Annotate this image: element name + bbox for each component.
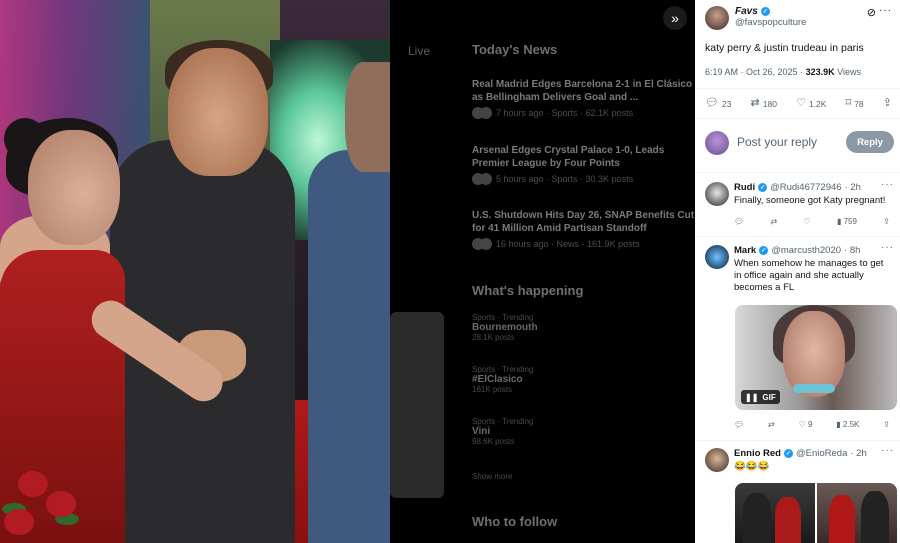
reply-author[interactable]: Rudi: [734, 182, 755, 193]
reply-icon[interactable]: 💬︎: [734, 217, 744, 226]
collapse-panel-button[interactable]: »: [663, 6, 687, 30]
more-icon[interactable]: ···: [879, 5, 892, 16]
like-button[interactable]: ♡ 9: [799, 420, 813, 429]
show-more-link[interactable]: Show more: [472, 472, 695, 481]
whats-happening-title: What's happening: [472, 283, 584, 298]
reply-avatar[interactable]: [705, 448, 729, 472]
post-text: katy perry & justin trudeau in paris: [705, 42, 864, 54]
roses: [0, 465, 95, 543]
live-label: Live: [408, 44, 431, 58]
post-meta: 6:19 AM · Oct 26, 2025 · 323.9K Views: [705, 67, 861, 77]
reply-avatar[interactable]: [705, 182, 729, 206]
reply-input[interactable]: Post your reply: [737, 135, 817, 149]
verified-badge-icon: ✓: [758, 183, 768, 192]
bookmark-icon: ⌑: [845, 97, 852, 109]
repost-icon[interactable]: ⇄: [770, 217, 777, 226]
verified-badge-icon: ✓: [783, 449, 793, 458]
repost-button[interactable]: ⇄ 180: [751, 98, 777, 109]
gif-badge: ❚❚ GIF: [741, 390, 780, 404]
background-timeline: Live Today's News Real Madrid Edges Barc…: [390, 0, 695, 543]
share-icon[interactable]: ⇪: [883, 420, 890, 429]
repost-icon: ⇄: [750, 97, 760, 109]
more-icon[interactable]: ···: [881, 242, 894, 253]
news-item[interactable]: U.S. Shutdown Hits Day 26, SNAP Benefits…: [472, 209, 695, 250]
author-name[interactable]: Favs: [735, 6, 758, 17]
reply-text: Finally, someone got Katy pregnant!: [734, 195, 886, 206]
reply-photo[interactable]: [817, 483, 897, 543]
verified-badge-icon: ✓: [760, 7, 770, 16]
post-detail-panel: Favs ✓ @favspopculture ⊘ ··· katy perry …: [695, 0, 900, 543]
views-button[interactable]: ▮ 2.5K: [836, 420, 859, 429]
timeline-thumbnail: [390, 312, 444, 498]
repost-icon[interactable]: ⇄: [768, 420, 775, 429]
double-chevron-right-icon: »: [671, 10, 679, 26]
share-icon[interactable]: ⇪: [883, 217, 890, 226]
sidebar: Today's News Real Madrid Edges Barcelona…: [472, 0, 695, 543]
more-icon[interactable]: ···: [881, 445, 894, 456]
todays-news-title: Today's News: [472, 42, 558, 57]
author-handle[interactable]: @favspopculture: [735, 17, 806, 28]
author-avatar[interactable]: [705, 6, 729, 30]
views-button[interactable]: ▮ 759: [837, 217, 857, 226]
grok-icon[interactable]: ⊘: [867, 6, 876, 19]
reply-icon[interactable]: 💬︎: [734, 420, 744, 429]
verified-badge-icon: ✓: [759, 246, 769, 255]
trend-item[interactable]: Sports · Trending Vini 98.6K posts: [472, 417, 695, 446]
reply-gif[interactable]: ❚❚ GIF: [735, 305, 897, 410]
reply-avatar[interactable]: [705, 245, 729, 269]
reply-icon: 💬︎: [705, 97, 719, 109]
reply-item[interactable]: Rudi ✓ @Rudi46772946 · 2h ··· Finally, s…: [705, 179, 894, 232]
reply-author[interactable]: Ennio Red: [734, 448, 781, 459]
news-item[interactable]: Arsenal Edges Crystal Palace 1-0, Leads …: [472, 144, 695, 185]
like-button[interactable]: ♡ 1.2K: [796, 98, 826, 109]
post-actions: 💬︎ 23 ⇄ 180 ♡ 1.2K ⌑ 78 ⇪: [705, 98, 892, 109]
reply-button[interactable]: 💬︎ 23: [705, 98, 731, 109]
trend-item[interactable]: Sports · Trending Bournemouth 28.1K post…: [472, 313, 695, 342]
share-button[interactable]: ⇪: [883, 98, 892, 109]
pause-icon: ❚❚: [745, 392, 759, 402]
heart-icon[interactable]: ♡: [803, 217, 810, 226]
view-count: 323.9K: [805, 67, 835, 77]
reply-submit-button[interactable]: Reply: [846, 131, 894, 153]
person-right: [308, 150, 390, 543]
who-to-follow-title: Who to follow: [472, 514, 558, 529]
share-icon: ⇪: [882, 97, 892, 109]
post-timestamp[interactable]: 6:19 AM · Oct 26, 2025 ·: [705, 67, 803, 77]
trend-item[interactable]: Sports · Trending #ElClasico 161K posts: [472, 365, 695, 394]
heart-icon: ♡: [796, 97, 806, 109]
reply-composer: Post your reply Reply: [705, 128, 894, 158]
views-label: Views: [837, 67, 861, 77]
bookmark-button[interactable]: ⌑ 78: [846, 98, 864, 109]
reply-text: 😂😂😂: [734, 461, 770, 472]
user-avatar[interactable]: [705, 131, 729, 155]
news-item[interactable]: Real Madrid Edges Barcelona 2-1 in El Cl…: [472, 78, 695, 119]
reply-photos[interactable]: [735, 483, 897, 543]
post-header: Favs ✓ @favspopculture ⊘ ···: [705, 5, 894, 36]
reply-text: When somehow he manages to get in office…: [734, 258, 884, 293]
tweet-media-photo: [0, 0, 390, 543]
reply-photo[interactable]: [735, 483, 815, 543]
more-icon[interactable]: ···: [881, 179, 894, 190]
reply-author[interactable]: Mark: [734, 245, 756, 256]
